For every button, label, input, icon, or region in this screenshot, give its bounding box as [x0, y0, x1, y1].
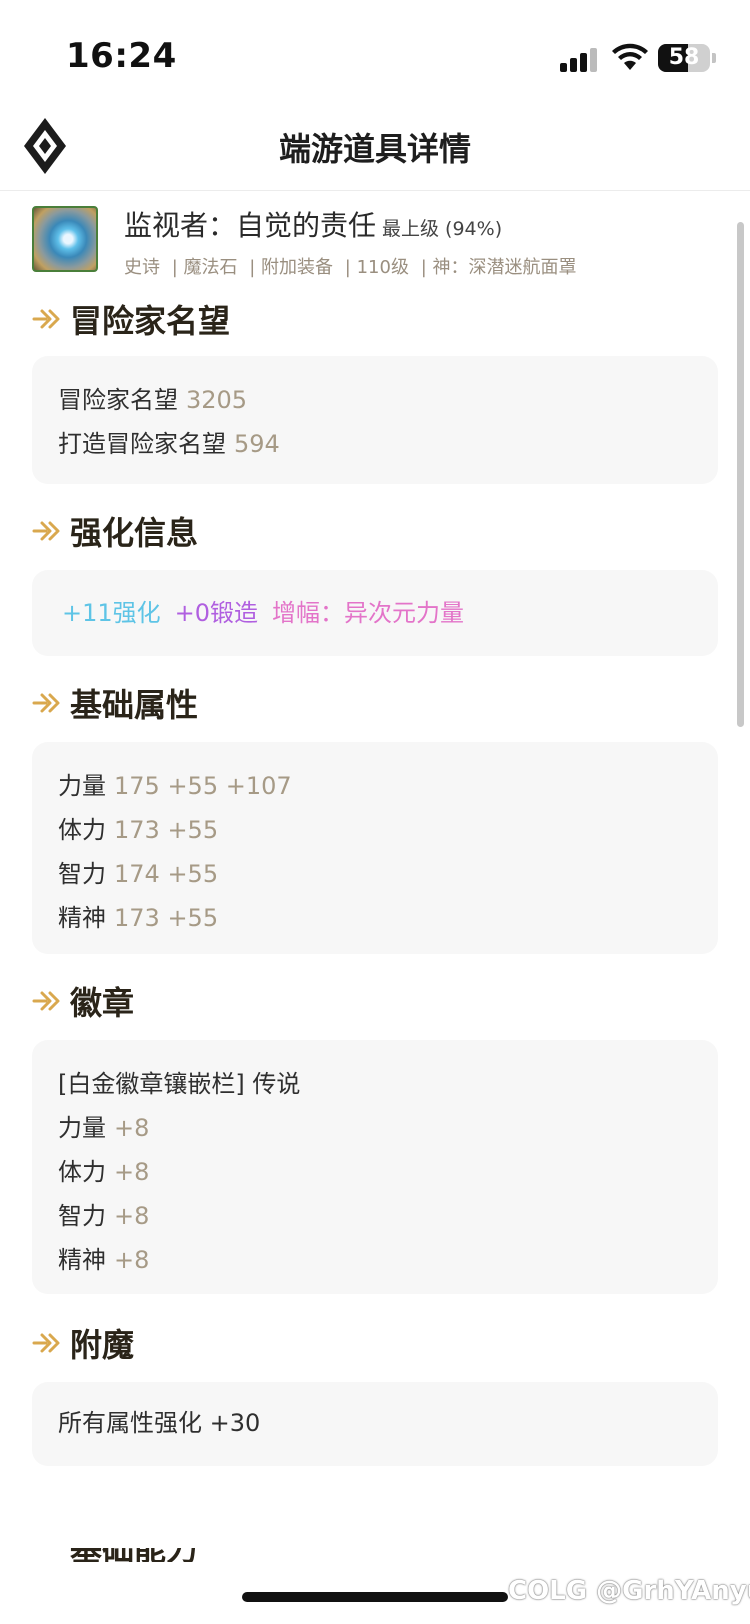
stat-value: 3205 — [186, 386, 248, 414]
section-title: 附魔 — [70, 1326, 135, 1364]
stat-value: +8 — [114, 1246, 150, 1274]
item-icon — [32, 206, 98, 272]
item-required-level: | 110级 — [344, 257, 409, 278]
amplify-info: 增幅：异次元力量 — [272, 599, 465, 627]
section-next-heading: 基础能力 — [32, 1548, 232, 1562]
item-level: 最上级 (94%) — [382, 218, 503, 240]
enhance-card: +11强化 +0锻造 增幅：异次元力量 — [32, 570, 718, 656]
battery-icon: 58 — [658, 44, 710, 72]
stat-row: 智力 174 +55 — [58, 852, 692, 896]
double-chevron-icon — [32, 693, 60, 713]
section-title: 徽章 — [70, 984, 135, 1022]
stat-label: 精神 — [58, 1246, 106, 1274]
stat-value: +8 — [114, 1114, 150, 1142]
stat-label: 体力 — [58, 1158, 106, 1186]
enchant-text: 所有属性强化 +30 — [58, 1409, 261, 1437]
status-bar: 16:24 58 — [0, 0, 750, 110]
reputation-card: 冒险家名望 3205 打造冒险家名望 594 — [32, 356, 718, 484]
double-chevron-icon — [32, 1333, 60, 1353]
double-chevron-icon — [32, 309, 60, 329]
item-slot: | 附加装备 — [249, 257, 334, 278]
stat-label: 精神 — [58, 904, 106, 932]
stat-label: 智力 — [58, 860, 106, 888]
stat-value: 174 +55 — [114, 860, 219, 888]
section-emblem-heading: 徽章 — [32, 980, 134, 1022]
stat-value: 173 +55 — [114, 816, 219, 844]
section-title: 强化信息 — [70, 514, 199, 552]
double-chevron-icon — [32, 521, 60, 541]
section-enhance-heading: 强化信息 — [32, 510, 198, 552]
watermark: COLG @GrhYAnyu — [508, 1576, 750, 1606]
stat-row: 体力 173 +55 — [58, 808, 692, 852]
item-set: | 神：深潜迷航面罩 — [420, 257, 577, 278]
item-type: | 魔法石 — [171, 257, 238, 278]
stat-value: 594 — [234, 430, 280, 458]
reputation-row: 冒险家名望 3205 — [58, 378, 692, 422]
battery-cap — [712, 53, 716, 63]
reinforce-level: +11强化 — [62, 599, 161, 627]
stat-row: 智力 +8 — [58, 1194, 692, 1238]
stat-row: 体力 +8 — [58, 1150, 692, 1194]
enchant-card: 所有属性强化 +30 — [32, 1382, 718, 1466]
item-name-text: 监视者：自觉的责任 — [124, 209, 377, 242]
stat-label: 冒险家名望 — [58, 386, 178, 414]
stat-row: 力量 +8 — [58, 1106, 692, 1150]
stat-label: 智力 — [58, 1202, 106, 1230]
base-stats-card: 力量 175 +55 +107 体力 173 +55 智力 174 +55 精神 173… — [32, 742, 718, 954]
wifi-icon — [612, 43, 648, 70]
emblem-card: [白金徽章镶嵌栏] 传说 力量 +8 体力 +8 智力 +8 精神 +8 — [32, 1040, 718, 1294]
home-indicator[interactable] — [242, 1592, 508, 1602]
section-title: 基础属性 — [70, 686, 199, 724]
stat-value: 175 +55 +107 — [114, 772, 292, 800]
section-reputation-heading: 冒险家名望 — [32, 298, 230, 340]
item-meta: 史诗 | 魔法石 | 附加装备 | 110级 | 神：深潜迷航面罩 — [124, 253, 582, 279]
stat-label: 力量 — [58, 772, 106, 800]
nav-bar: 端游道具详情 — [0, 110, 750, 191]
scrollbar[interactable] — [737, 222, 744, 727]
stat-row: 力量 175 +55 +107 — [58, 764, 692, 808]
stat-value: +8 — [114, 1202, 150, 1230]
stat-label: 打造冒险家名望 — [58, 430, 226, 458]
double-chevron-icon — [32, 991, 60, 1011]
stat-label: 体力 — [58, 816, 106, 844]
cellular-signal-icon — [560, 46, 600, 72]
battery-percent: 58 — [668, 45, 700, 70]
status-time: 16:24 — [66, 36, 177, 76]
stat-row: 精神 173 +55 — [58, 896, 692, 940]
page-title: 端游道具详情 — [278, 130, 471, 168]
item-rarity: 史诗 — [124, 257, 160, 278]
enhance-row: +11强化 +0锻造 增幅：异次元力量 — [62, 591, 692, 635]
forge-level: +0锻造 — [174, 599, 259, 627]
stat-value: +8 — [114, 1158, 150, 1186]
section-base-heading: 基础属性 — [32, 682, 198, 724]
section-title: 冒险家名望 — [70, 302, 231, 340]
section-enchant-heading: 附魔 — [32, 1322, 134, 1364]
section-title: 基础能力 — [70, 1548, 232, 1562]
emblem-slot: [白金徽章镶嵌栏] 传说 — [58, 1070, 301, 1098]
stat-value: 173 +55 — [114, 904, 219, 932]
stat-label: 力量 — [58, 1114, 106, 1142]
item-name: 监视者：自觉的责任 最上级 (94%) — [124, 204, 502, 244]
stat-row: 精神 +8 — [58, 1238, 692, 1282]
crafted-reputation-row: 打造冒险家名望 594 — [58, 422, 692, 466]
